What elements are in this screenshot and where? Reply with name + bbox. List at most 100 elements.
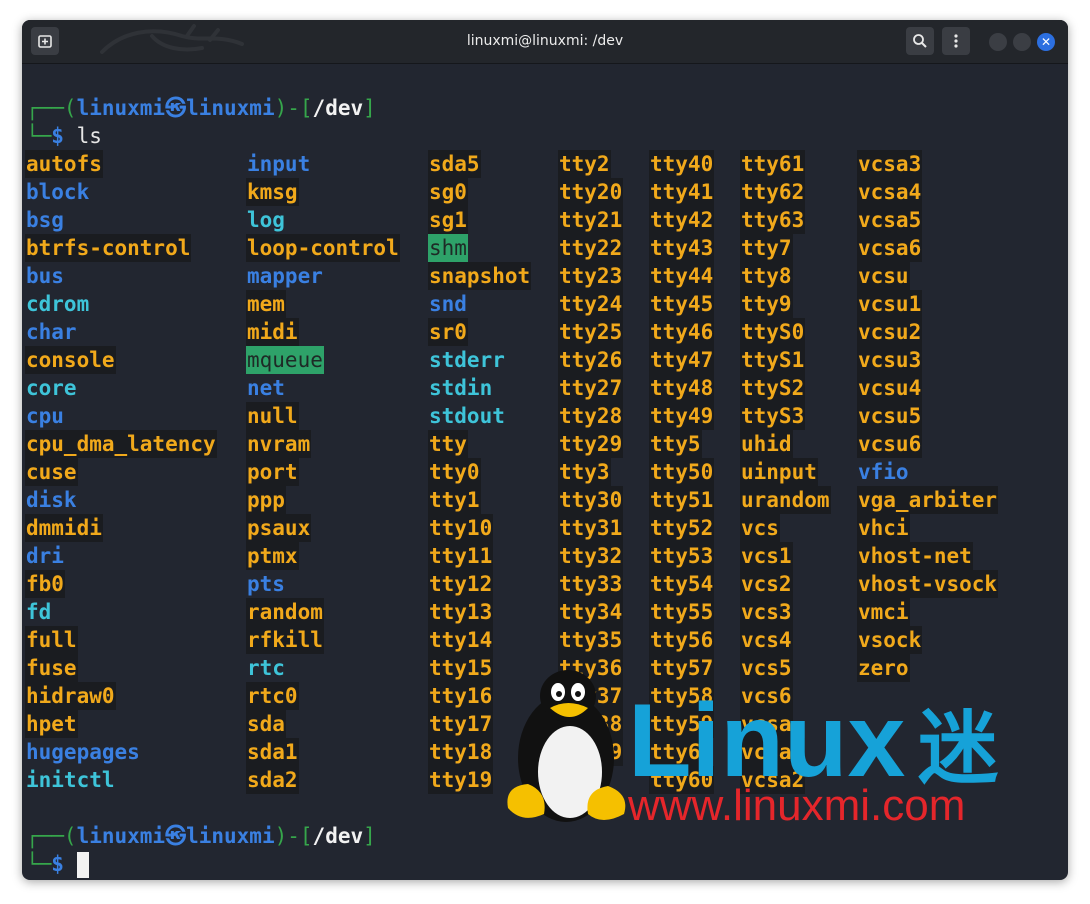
ls-entry: midi bbox=[246, 318, 299, 346]
search-button[interactable] bbox=[906, 27, 934, 55]
ls-entry: btrfs-control bbox=[25, 234, 192, 262]
ls-entry: full bbox=[25, 626, 78, 654]
ls-entry: tty12 bbox=[428, 570, 494, 598]
ls-entry: tty18 bbox=[428, 738, 494, 766]
ls-entry: bsg bbox=[26, 208, 64, 232]
prompt-frame: ] bbox=[363, 96, 376, 120]
ls-entry: stderr bbox=[429, 348, 505, 372]
ls-entry: tty56 bbox=[649, 626, 715, 654]
ls-entry: tty9 bbox=[740, 290, 793, 318]
title-bar: linuxmi@linuxmi: /dev ✕ bbox=[22, 20, 1068, 64]
ls-entry: hidraw0 bbox=[25, 682, 116, 710]
ls-entry: vcsa4 bbox=[857, 178, 923, 206]
ls-entry: vcsu1 bbox=[857, 290, 923, 318]
ls-entry: vcs4 bbox=[740, 626, 793, 654]
ls-entry: tty63 bbox=[740, 206, 806, 234]
ls-entry: tty0 bbox=[428, 458, 481, 486]
ls-entry: vsock bbox=[857, 626, 923, 654]
ls-entry: tty30 bbox=[558, 486, 624, 514]
ls-entry: tty48 bbox=[649, 374, 715, 402]
ls-entry: tty55 bbox=[649, 598, 715, 626]
ls-entry: rtc0 bbox=[246, 682, 299, 710]
ls-entry: tty26 bbox=[558, 346, 624, 374]
ls-entry: sda2 bbox=[246, 766, 299, 794]
ls-entry: tty21 bbox=[558, 206, 624, 234]
ls-entry: mem bbox=[246, 290, 286, 318]
ls-entry: tty15 bbox=[428, 654, 494, 682]
ls-entry: tty2 bbox=[558, 150, 611, 178]
ls-entry: tty10 bbox=[428, 514, 494, 542]
close-button[interactable]: ✕ bbox=[1037, 33, 1055, 51]
minimize-button[interactable] bbox=[989, 33, 1007, 51]
prompt-user: linuxmi bbox=[76, 824, 166, 848]
ls-entry: tty40 bbox=[649, 150, 715, 178]
ls-entry: vfio bbox=[858, 460, 909, 484]
maximize-button[interactable] bbox=[1013, 33, 1031, 51]
ls-entry: random bbox=[246, 598, 324, 626]
ls-entry: tty3 bbox=[558, 458, 611, 486]
ls-entry: ttyS3 bbox=[740, 402, 806, 430]
ls-entry: tty27 bbox=[558, 374, 624, 402]
prompt-host: linuxmi bbox=[186, 824, 275, 848]
prompt-dollar: $ bbox=[51, 852, 64, 876]
ls-entry: snapshot bbox=[428, 262, 532, 290]
kebab-menu-icon bbox=[954, 34, 958, 48]
ls-entry: tty17 bbox=[428, 710, 494, 738]
ls-entry: rfkill bbox=[246, 626, 324, 654]
ls-entry: block bbox=[26, 180, 90, 204]
ls-entry: tty45 bbox=[649, 290, 715, 318]
menu-button[interactable] bbox=[942, 27, 970, 55]
prompt-frame: ┌──( bbox=[26, 824, 77, 848]
ls-entry: tty32 bbox=[558, 542, 624, 570]
prompt-path: /dev bbox=[312, 824, 364, 848]
ls-entry: cdrom bbox=[26, 292, 90, 316]
ls-entry: autofs bbox=[25, 150, 103, 178]
ls-entry: vga_arbiter bbox=[857, 486, 999, 514]
ls-entry: tty29 bbox=[558, 430, 624, 458]
ls-entry: tty23 bbox=[558, 262, 624, 290]
ls-entry: vhost-net bbox=[857, 542, 973, 570]
prompt-user: linuxmi bbox=[76, 96, 166, 120]
ls-entry: sda1 bbox=[246, 738, 299, 766]
ls-entry: tty8 bbox=[740, 262, 793, 290]
ls-entry: char bbox=[26, 320, 77, 344]
ls-entry: ppp bbox=[246, 486, 286, 514]
ls-entry: pts bbox=[247, 572, 285, 596]
ls-entry: disk bbox=[26, 488, 77, 512]
ls-entry: stdin bbox=[429, 376, 493, 400]
ls-entry: vcsu4 bbox=[857, 374, 923, 402]
ls-entry: tty bbox=[428, 430, 468, 458]
ls-entry: bus bbox=[26, 264, 64, 288]
ls-entry: uhid bbox=[740, 430, 793, 458]
ls-entry: uinput bbox=[740, 458, 818, 486]
watermark-url: www.linuxmi.com bbox=[627, 781, 965, 828]
search-icon bbox=[913, 34, 927, 48]
ls-entry: nvram bbox=[246, 430, 312, 458]
command-line-2[interactable]: └─$ bbox=[26, 850, 89, 878]
prompt-frame: ┌──( bbox=[26, 96, 77, 120]
ls-entry: tty25 bbox=[558, 318, 624, 346]
ls-entry: vcs3 bbox=[740, 598, 793, 626]
ls-entry: kmsg bbox=[246, 178, 299, 206]
ls-entry: cuse bbox=[25, 458, 78, 486]
ls-entry: dmmidi bbox=[25, 514, 103, 542]
ls-entry: vcsu3 bbox=[857, 346, 923, 374]
ls-entry: initctl bbox=[26, 768, 115, 792]
terminal-window: linuxmi@linuxmi: /dev ✕ ┌──(linuxmi㉿linu… bbox=[22, 20, 1068, 880]
ls-entry: tty5 bbox=[649, 430, 702, 458]
ls-entry: tty34 bbox=[558, 598, 624, 626]
ls-entry: sda5 bbox=[428, 150, 481, 178]
ls-entry: core bbox=[26, 376, 77, 400]
ls-entry: null bbox=[246, 402, 299, 430]
ls-entry: vcsa3 bbox=[857, 150, 923, 178]
ls-entry: vhci bbox=[857, 514, 910, 542]
ls-entry: dri bbox=[26, 544, 64, 568]
ls-entry: tty33 bbox=[558, 570, 624, 598]
prompt-line-1: ┌──(linuxmi㉿linuxmi)-[/dev] bbox=[26, 94, 376, 122]
ls-entry: vcsu bbox=[857, 262, 910, 290]
ls-entry: snd bbox=[429, 292, 467, 316]
ls-entry: net bbox=[247, 376, 285, 400]
prompt-frame: )-[ bbox=[274, 824, 313, 848]
ls-entry: urandom bbox=[740, 486, 831, 514]
ls-entry: mapper bbox=[247, 264, 323, 288]
